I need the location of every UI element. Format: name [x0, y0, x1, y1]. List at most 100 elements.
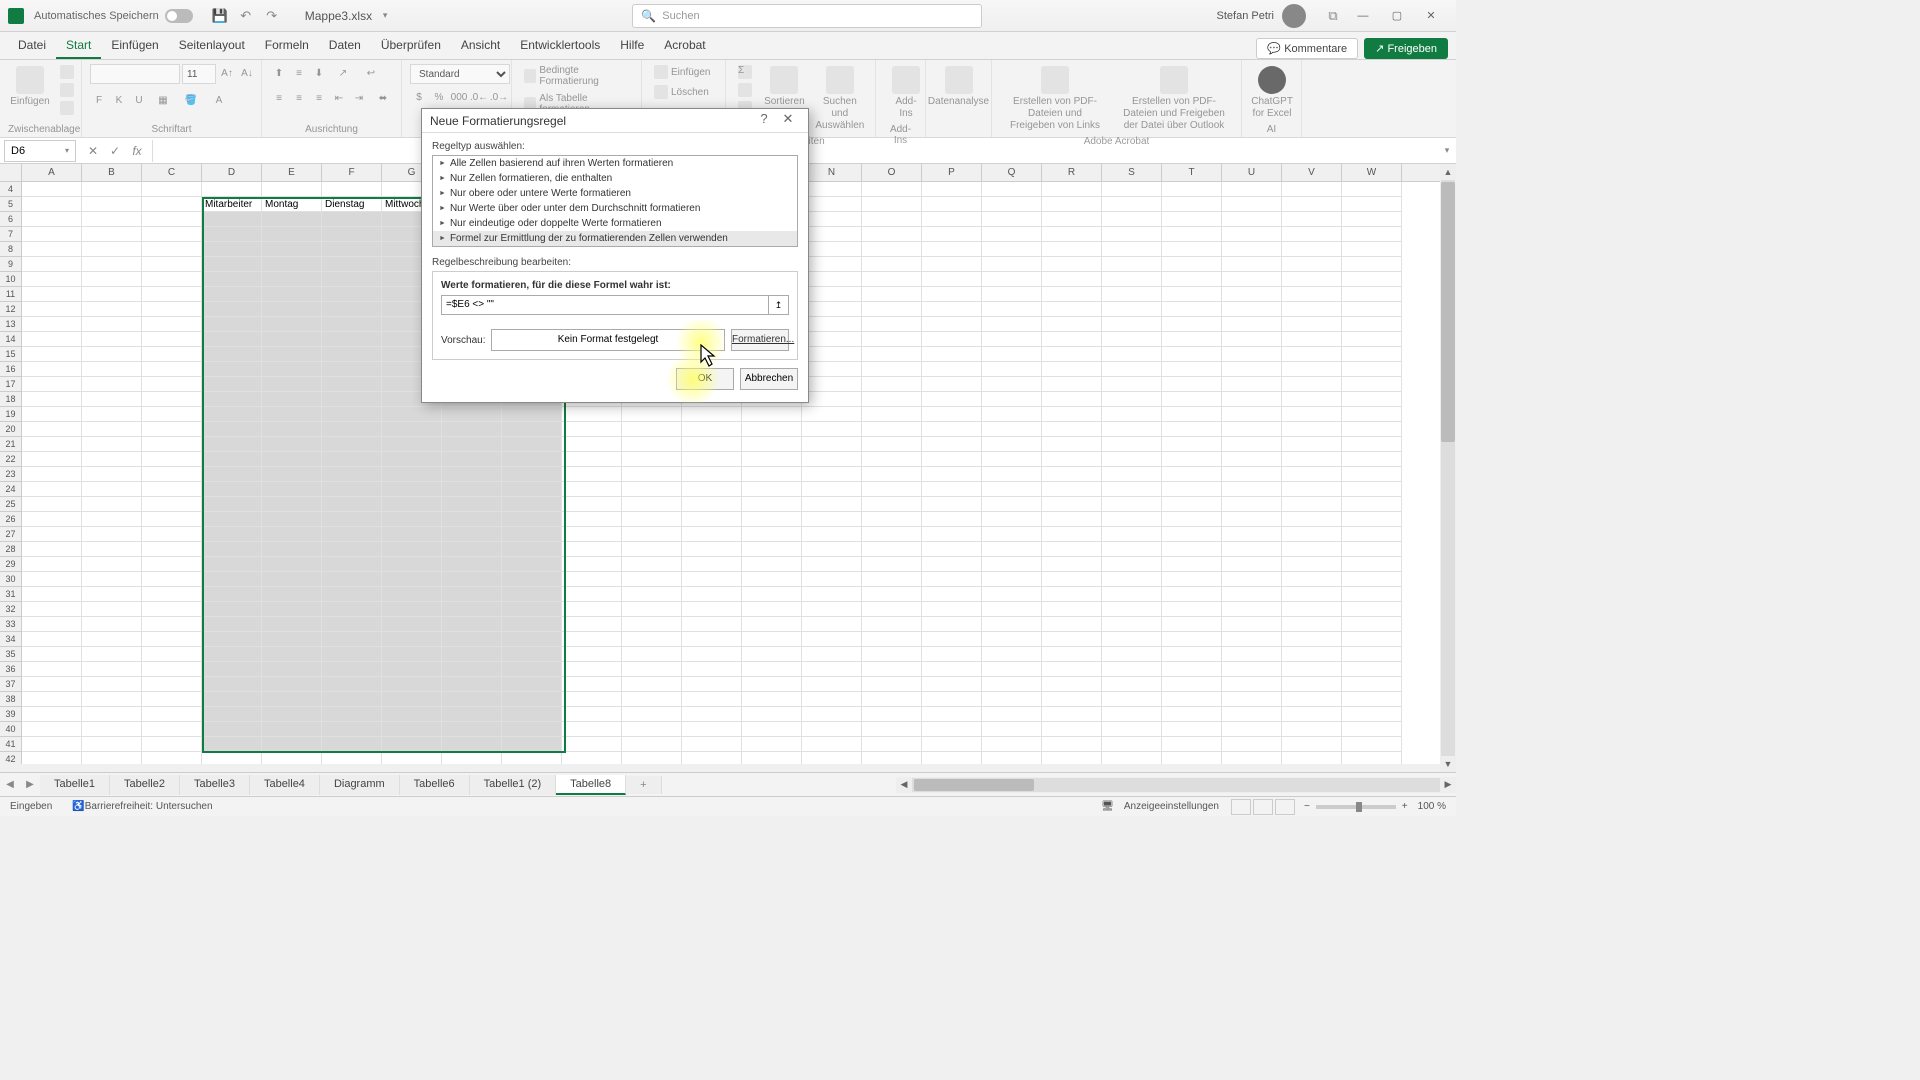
cell[interactable]	[1342, 482, 1402, 497]
cell[interactable]	[622, 677, 682, 692]
cell[interactable]	[1102, 362, 1162, 377]
cell[interactable]	[982, 632, 1042, 647]
cell[interactable]	[802, 602, 862, 617]
row-header[interactable]: 7	[0, 227, 22, 242]
cell[interactable]	[862, 287, 922, 302]
cell[interactable]	[982, 557, 1042, 572]
cell[interactable]	[1162, 242, 1222, 257]
cell[interactable]	[802, 542, 862, 557]
cell[interactable]	[142, 737, 202, 752]
cell[interactable]	[202, 392, 262, 407]
cell[interactable]	[1162, 557, 1222, 572]
cell[interactable]	[322, 737, 382, 752]
cell[interactable]	[502, 587, 562, 602]
sheet-tab[interactable]: Tabelle6	[400, 775, 470, 795]
col-header-W[interactable]: W	[1342, 164, 1402, 181]
row-header[interactable]: 37	[0, 677, 22, 692]
cell[interactable]	[142, 677, 202, 692]
col-header-E[interactable]: E	[262, 164, 322, 181]
ribbon-tab-datei[interactable]: Datei	[8, 33, 56, 59]
cell[interactable]	[622, 737, 682, 752]
cell[interactable]	[742, 617, 802, 632]
cell[interactable]	[202, 542, 262, 557]
cell[interactable]	[622, 407, 682, 422]
cell[interactable]	[1042, 587, 1102, 602]
row-header[interactable]: 18	[0, 392, 22, 407]
cell[interactable]	[982, 707, 1042, 722]
dialog-titlebar[interactable]: Neue Formatierungsregel ? ✕	[422, 109, 808, 133]
indent-dec-icon[interactable]: ⇤	[330, 89, 348, 107]
row-header[interactable]: 20	[0, 422, 22, 437]
hscroll-thumb[interactable]	[914, 779, 1034, 791]
cell[interactable]	[1222, 467, 1282, 482]
cell[interactable]	[202, 482, 262, 497]
cell[interactable]	[1162, 602, 1222, 617]
cell[interactable]	[1222, 497, 1282, 512]
cell[interactable]	[1042, 752, 1102, 764]
cell[interactable]	[502, 677, 562, 692]
page-break-view-icon[interactable]	[1275, 799, 1295, 815]
cell[interactable]	[1042, 647, 1102, 662]
cell[interactable]	[322, 377, 382, 392]
cell[interactable]	[1222, 212, 1282, 227]
cell[interactable]	[802, 407, 862, 422]
cell[interactable]	[742, 452, 802, 467]
cell[interactable]	[622, 467, 682, 482]
cell[interactable]	[1162, 527, 1222, 542]
rule-type-item[interactable]: Alle Zellen basierend auf ihren Werten f…	[433, 156, 797, 171]
cell[interactable]	[862, 467, 922, 482]
cell[interactable]	[1162, 392, 1222, 407]
cell[interactable]	[682, 692, 742, 707]
cell[interactable]	[82, 602, 142, 617]
cell[interactable]	[1102, 392, 1162, 407]
cell[interactable]	[742, 737, 802, 752]
cell[interactable]	[22, 647, 82, 662]
row-header[interactable]: 6	[0, 212, 22, 227]
cell[interactable]	[1162, 467, 1222, 482]
col-header-T[interactable]: T	[1162, 164, 1222, 181]
cell[interactable]	[862, 452, 922, 467]
number-format-combo[interactable]: Standard	[410, 64, 510, 84]
cell[interactable]	[982, 272, 1042, 287]
cell[interactable]	[1222, 662, 1282, 677]
cell[interactable]	[982, 362, 1042, 377]
cell[interactable]	[982, 332, 1042, 347]
cell[interactable]	[922, 182, 982, 197]
cell[interactable]	[22, 557, 82, 572]
cell[interactable]	[322, 287, 382, 302]
cell[interactable]	[1042, 677, 1102, 692]
row-header[interactable]: 12	[0, 302, 22, 317]
cell[interactable]	[22, 692, 82, 707]
cell[interactable]	[862, 227, 922, 242]
cell[interactable]	[1222, 752, 1282, 764]
cell[interactable]	[562, 557, 622, 572]
cell[interactable]	[322, 362, 382, 377]
avatar[interactable]	[1282, 4, 1306, 28]
cell[interactable]	[82, 482, 142, 497]
cell[interactable]	[1342, 662, 1402, 677]
cell[interactable]	[502, 437, 562, 452]
cell[interactable]	[922, 347, 982, 362]
row-header[interactable]: 33	[0, 617, 22, 632]
cell[interactable]	[1222, 557, 1282, 572]
cell[interactable]	[1042, 662, 1102, 677]
cell[interactable]	[1042, 452, 1102, 467]
cell[interactable]	[202, 257, 262, 272]
cell[interactable]	[1282, 557, 1342, 572]
cell[interactable]	[382, 422, 442, 437]
cell[interactable]	[82, 707, 142, 722]
cell[interactable]	[1042, 557, 1102, 572]
cell[interactable]	[562, 722, 622, 737]
cell[interactable]	[1222, 332, 1282, 347]
cell[interactable]	[1282, 302, 1342, 317]
cell[interactable]	[22, 602, 82, 617]
cell[interactable]	[322, 722, 382, 737]
cell[interactable]	[502, 647, 562, 662]
cell[interactable]	[82, 287, 142, 302]
cell[interactable]	[1162, 407, 1222, 422]
row-header[interactable]: 36	[0, 662, 22, 677]
align-bottom-icon[interactable]: ⬇	[310, 64, 328, 82]
cell[interactable]	[262, 467, 322, 482]
sheet-tab[interactable]: Tabelle1 (2)	[470, 775, 556, 795]
cell[interactable]	[82, 452, 142, 467]
